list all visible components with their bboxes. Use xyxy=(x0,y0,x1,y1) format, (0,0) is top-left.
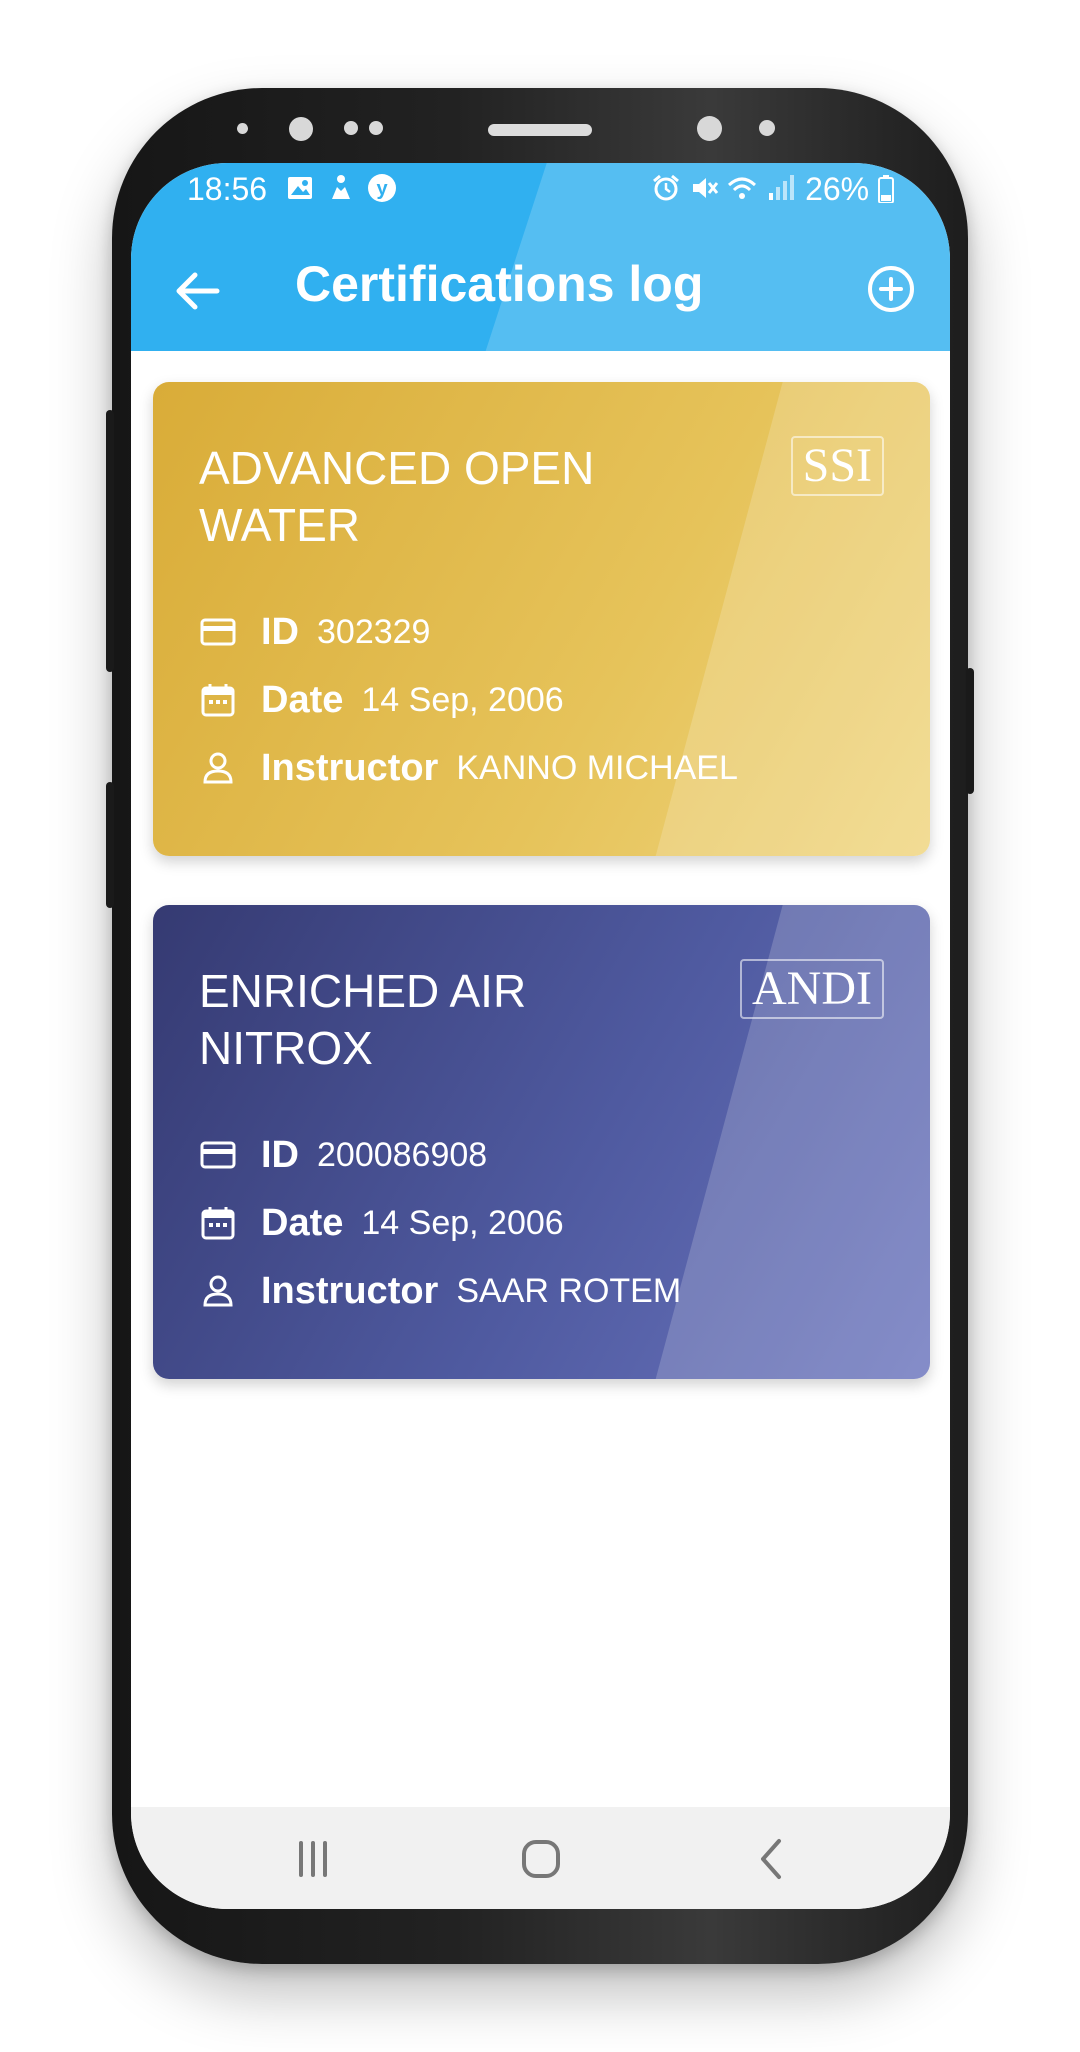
phone-screen: 18:56 y 26% Certifications log ADVANCED … xyxy=(131,163,950,1909)
earpiece-speaker xyxy=(488,124,592,136)
certification-card[interactable]: ENRICHED AIR NITROX ANDI ID 200086908 Da… xyxy=(153,905,930,1379)
instructor-label: Instructor xyxy=(261,746,439,789)
power-button xyxy=(966,668,974,794)
date-label: Date xyxy=(261,678,344,721)
date-label: Date xyxy=(261,1201,344,1244)
instructor-value: KANNO MICHAEL xyxy=(456,748,738,787)
id-label: ID xyxy=(261,1133,299,1176)
id-value: 302329 xyxy=(317,612,431,651)
certification-id-row: ID 302329 xyxy=(199,607,430,657)
certification-name: ENRICHED AIR NITROX xyxy=(199,965,527,1074)
instructor-label: Instructor xyxy=(261,1269,439,1312)
certification-card[interactable]: ADVANCED OPEN WATER SSI ID 302329 Date 1… xyxy=(153,382,930,856)
home-icon[interactable] xyxy=(519,1837,563,1881)
mute-icon xyxy=(693,178,719,198)
arrow-left-icon[interactable] xyxy=(167,261,227,321)
page-title: Certifications log xyxy=(295,256,704,312)
status-time: 18:56 xyxy=(187,171,268,207)
id-label: ID xyxy=(261,610,299,653)
plus-circle-icon[interactable] xyxy=(861,259,921,319)
sensor-dot xyxy=(344,121,358,135)
certification-instructor-row: Instructor KANNO MICHAEL xyxy=(199,743,738,793)
image-icon xyxy=(288,177,312,199)
agency-logo: SSI xyxy=(790,436,884,496)
date-value: 14 Sep, 2006 xyxy=(361,1203,564,1242)
person-icon xyxy=(203,1275,233,1307)
card-icon xyxy=(200,1141,236,1169)
status-bar: 18:56 y 26% xyxy=(131,163,950,223)
certification-id-row: ID 200086908 xyxy=(199,1130,487,1180)
y-app-icon: y xyxy=(368,174,396,202)
app-bar: 18:56 y 26% Certifications log xyxy=(131,163,950,351)
accessibility-icon xyxy=(332,175,350,199)
calendar-icon xyxy=(201,1207,235,1240)
sensor-dot xyxy=(759,120,775,136)
battery-percentage: 26% xyxy=(805,171,894,208)
date-value: 14 Sep, 2006 xyxy=(361,680,564,719)
instructor-value: SAAR ROTEM xyxy=(456,1271,682,1310)
front-camera xyxy=(697,116,722,141)
svg-text:y: y xyxy=(376,178,388,200)
sensor-dot xyxy=(237,123,248,134)
person-icon xyxy=(203,752,233,784)
calendar-icon xyxy=(201,684,235,717)
id-value: 200086908 xyxy=(317,1135,488,1174)
certification-name: ADVANCED OPEN WATER xyxy=(199,442,595,551)
certification-date-row: Date 14 Sep, 2006 xyxy=(199,1198,564,1248)
wifi-icon xyxy=(727,177,757,199)
bixby-button xyxy=(106,782,114,908)
certification-instructor-row: Instructor SAAR ROTEM xyxy=(199,1266,681,1316)
volume-button xyxy=(106,410,114,672)
sensor-dot xyxy=(289,117,313,141)
back-icon[interactable] xyxy=(751,1837,795,1881)
certification-date-row: Date 14 Sep, 2006 xyxy=(199,675,564,725)
card-icon xyxy=(200,618,236,646)
signal-icon xyxy=(769,175,794,200)
system-nav-bar xyxy=(131,1807,950,1909)
alarm-icon xyxy=(653,174,679,201)
recent-apps-icon[interactable] xyxy=(291,1837,335,1881)
agency-logo: ANDI xyxy=(740,959,884,1019)
sensor-dot xyxy=(369,121,383,135)
battery-icon xyxy=(878,175,894,204)
